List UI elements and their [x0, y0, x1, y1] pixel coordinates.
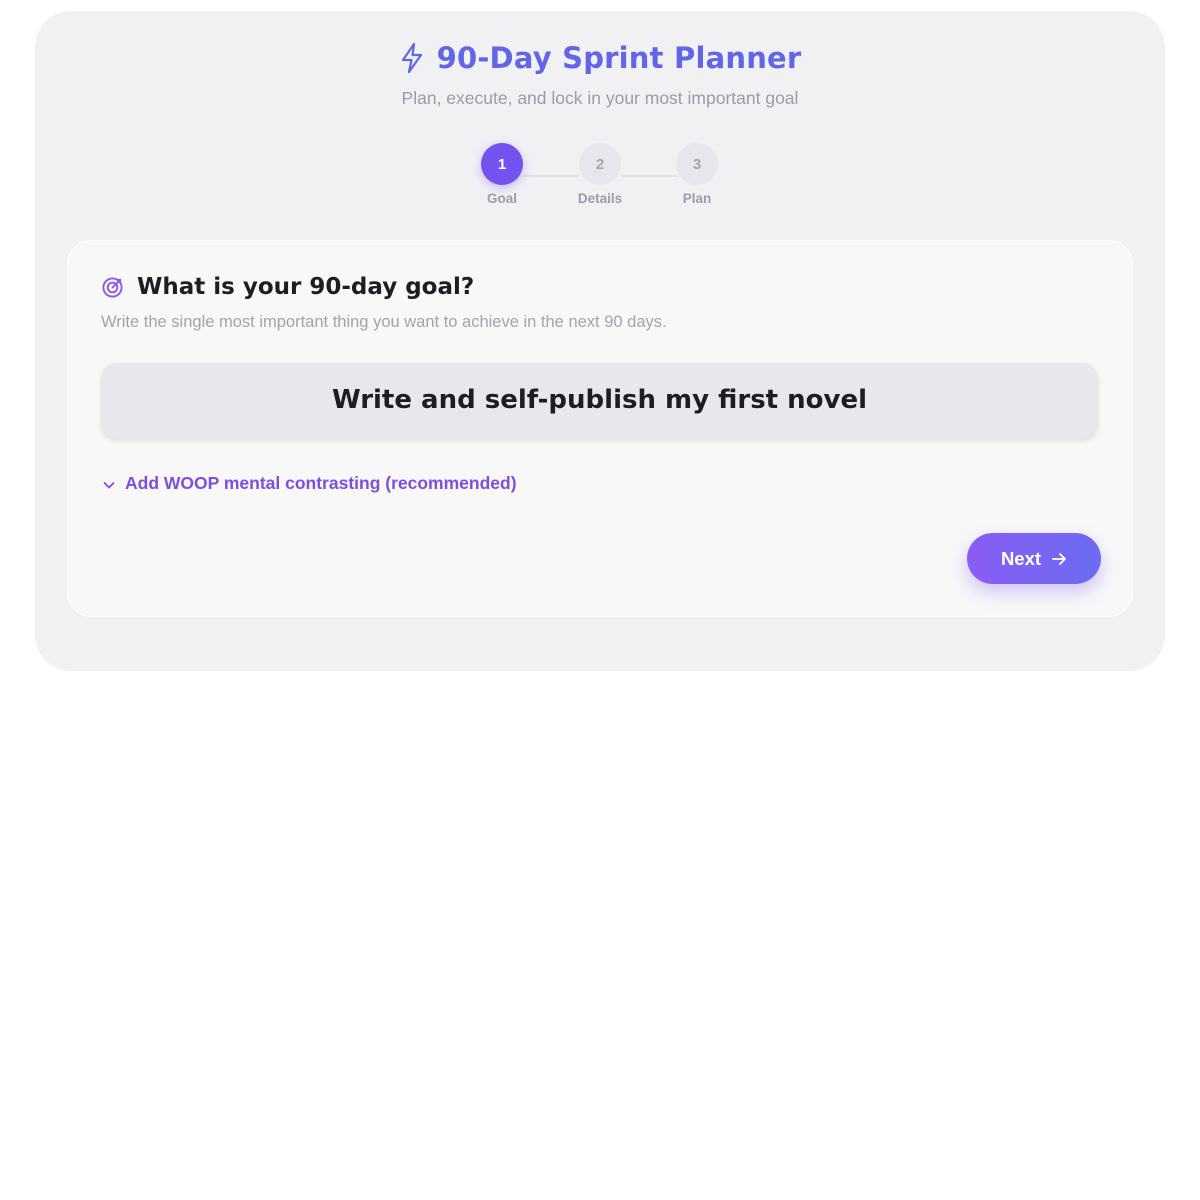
question-hint: Write the single most important thing yo…	[101, 313, 667, 331]
bolt-icon	[399, 42, 425, 74]
chevron-down-icon	[102, 477, 116, 491]
step-plan[interactable]: 3 Plan	[657, 143, 737, 206]
target-icon	[101, 276, 124, 299]
woop-toggle-label: Add WOOP mental contrasting (recommended…	[125, 473, 517, 493]
step-details[interactable]: 2 Details	[560, 143, 640, 206]
question-title: What is your 90-day goal?	[137, 274, 475, 300]
step-number-circle: 1	[481, 143, 523, 185]
step-label: Details	[577, 191, 623, 206]
title-row: 90-Day Sprint Planner	[35, 41, 1165, 75]
app-shell: 90-Day Sprint Planner Plan, execute, and…	[35, 11, 1165, 671]
question-row: What is your 90-day goal?	[101, 274, 474, 300]
goal-card: What is your 90-day goal? Write the sing…	[67, 240, 1133, 617]
step-label: Goal	[486, 191, 517, 206]
next-button[interactable]: Next	[967, 533, 1101, 584]
goal-input[interactable]	[101, 362, 1098, 438]
stepper: 1 Goal 2 Details 3 Plan	[35, 143, 1165, 213]
app-subtitle: Plan, execute, and lock in your most imp…	[401, 88, 799, 108]
next-button-label: Next	[1000, 547, 1042, 569]
app-title: 90-Day Sprint Planner	[436, 41, 802, 75]
step-number-circle: 3	[676, 143, 718, 185]
step-label: Plan	[682, 191, 712, 206]
step-number-circle: 2	[579, 143, 621, 185]
woop-toggle[interactable]: Add WOOP mental contrasting (recommended…	[102, 473, 517, 494]
step-goal[interactable]: 1 Goal	[462, 143, 542, 206]
arrow-right-icon	[1051, 551, 1067, 567]
